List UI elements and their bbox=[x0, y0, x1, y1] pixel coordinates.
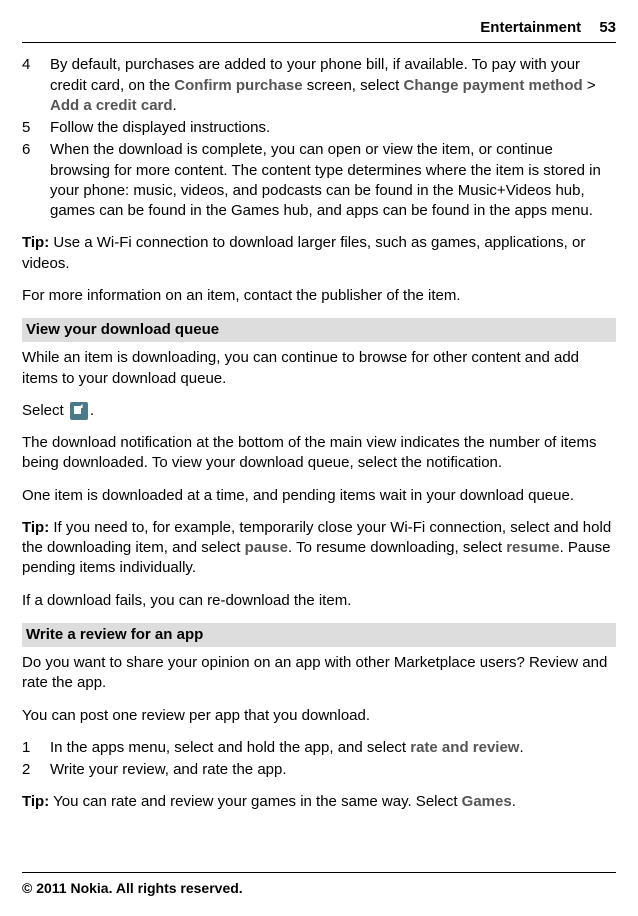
tip-text: Use a Wi-Fi connection to download large… bbox=[22, 234, 585, 271]
list-number: 1 bbox=[22, 738, 50, 758]
paragraph: One item is downloaded at a time, and pe… bbox=[22, 486, 616, 506]
list-number: 6 bbox=[22, 140, 50, 221]
list-number: 5 bbox=[22, 118, 50, 138]
text-span: > bbox=[583, 77, 596, 94]
bold-text: Change payment method bbox=[403, 77, 582, 94]
text-span: . To resume downloading, select bbox=[288, 539, 506, 556]
text-span: . bbox=[90, 402, 94, 419]
list-text: When the download is complete, you can o… bbox=[50, 140, 616, 221]
marketplace-icon bbox=[70, 402, 88, 420]
text-span: . bbox=[173, 97, 177, 114]
text-span: . bbox=[519, 739, 523, 756]
tip-label: Tip: bbox=[22, 793, 49, 810]
list-number: 2 bbox=[22, 760, 50, 780]
paragraph: You can post one review per app that you… bbox=[22, 706, 616, 726]
tip-label: Tip: bbox=[22, 234, 49, 251]
select-line: Select . bbox=[22, 401, 616, 421]
section-heading: View your download queue bbox=[22, 318, 616, 342]
tip-paragraph: Tip: Use a Wi-Fi connection to download … bbox=[22, 233, 616, 274]
list-text: In the apps menu, select and hold the ap… bbox=[50, 738, 616, 758]
paragraph: While an item is downloading, you can co… bbox=[22, 348, 616, 389]
list-item: 5 Follow the displayed instructions. bbox=[22, 118, 616, 138]
paragraph: For more information on an item, contact… bbox=[22, 286, 616, 306]
bold-text: Games bbox=[462, 793, 512, 810]
bold-text: pause bbox=[245, 539, 288, 556]
list-text: Write your review, and rate the app. bbox=[50, 760, 616, 780]
bold-text: Confirm purchase bbox=[174, 77, 302, 94]
paragraph: If a download fails, you can re-download… bbox=[22, 591, 616, 611]
bold-text: Add a credit card bbox=[50, 97, 173, 114]
list-text: By default, purchases are added to your … bbox=[50, 55, 616, 116]
list-item: 2 Write your review, and rate the app. bbox=[22, 760, 616, 780]
list-item: 6 When the download is complete, you can… bbox=[22, 140, 616, 221]
header-page-number: 53 bbox=[599, 19, 616, 36]
list-text: Follow the displayed instructions. bbox=[50, 118, 616, 138]
list-item: 1 In the apps menu, select and hold the … bbox=[22, 738, 616, 758]
bold-text: rate and review bbox=[410, 739, 519, 756]
text-span: . bbox=[512, 793, 516, 810]
tip-paragraph: Tip: You can rate and review your games … bbox=[22, 792, 616, 812]
footer-copyright: © 2011 Nokia. All rights reserved. bbox=[22, 872, 616, 898]
list-item: 4 By default, purchases are added to you… bbox=[22, 55, 616, 116]
page-header: Entertainment 53 bbox=[22, 18, 616, 43]
paragraph: The download notification at the bottom … bbox=[22, 433, 616, 474]
paragraph: Do you want to share your opinion on an … bbox=[22, 653, 616, 694]
text-span: screen, select bbox=[303, 77, 404, 94]
section-heading: Write a review for an app bbox=[22, 623, 616, 647]
text-span: You can rate and review your games in th… bbox=[49, 793, 461, 810]
header-section: Entertainment bbox=[480, 19, 581, 36]
bold-text: resume bbox=[506, 539, 559, 556]
text-span: Select bbox=[22, 402, 68, 419]
tip-paragraph: Tip: If you need to, for example, tempor… bbox=[22, 518, 616, 579]
text-span: In the apps menu, select and hold the ap… bbox=[50, 739, 410, 756]
tip-label: Tip: bbox=[22, 519, 49, 536]
list-number: 4 bbox=[22, 55, 50, 116]
